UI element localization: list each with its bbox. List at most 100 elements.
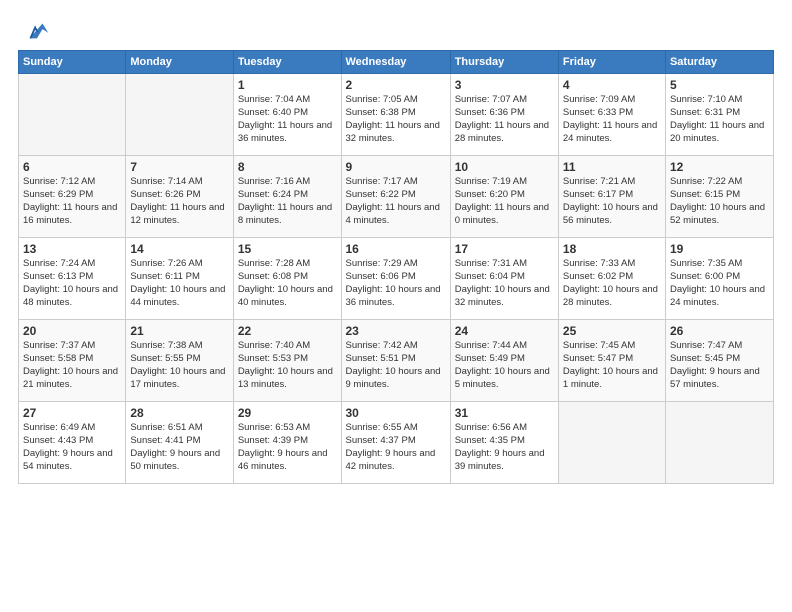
calendar-day-cell [126,74,233,156]
calendar-day-cell: 1Sunrise: 7:04 AMSunset: 6:40 PMDaylight… [233,74,341,156]
day-number: 3 [455,77,554,93]
weekday-header-friday: Friday [558,51,665,74]
calendar-day-cell: 20Sunrise: 7:37 AMSunset: 5:58 PMDayligh… [19,320,126,402]
calendar-day-cell: 24Sunrise: 7:44 AMSunset: 5:49 PMDayligh… [450,320,558,402]
day-number: 9 [346,159,446,175]
day-info: Sunrise: 7:28 AMSunset: 6:08 PMDaylight:… [238,258,337,309]
calendar-day-cell: 5Sunrise: 7:10 AMSunset: 6:31 PMDaylight… [665,74,773,156]
weekday-header-thursday: Thursday [450,51,558,74]
calendar-week-row: 27Sunrise: 6:49 AMSunset: 4:43 PMDayligh… [19,402,774,484]
calendar-week-row: 13Sunrise: 7:24 AMSunset: 6:13 PMDayligh… [19,238,774,320]
day-number: 16 [346,241,446,257]
day-info: Sunrise: 7:26 AMSunset: 6:11 PMDaylight:… [130,258,228,309]
day-info: Sunrise: 6:53 AMSunset: 4:39 PMDaylight:… [238,422,337,473]
calendar-day-cell: 22Sunrise: 7:40 AMSunset: 5:53 PMDayligh… [233,320,341,402]
calendar-day-cell: 28Sunrise: 6:51 AMSunset: 4:41 PMDayligh… [126,402,233,484]
day-info: Sunrise: 7:19 AMSunset: 6:20 PMDaylight:… [455,176,554,227]
day-info: Sunrise: 7:37 AMSunset: 5:58 PMDaylight:… [23,340,121,391]
calendar-day-cell: 8Sunrise: 7:16 AMSunset: 6:24 PMDaylight… [233,156,341,238]
weekday-header-row: SundayMondayTuesdayWednesdayThursdayFrid… [19,51,774,74]
calendar-week-row: 6Sunrise: 7:12 AMSunset: 6:29 PMDaylight… [19,156,774,238]
logo [18,16,50,44]
day-number: 31 [455,405,554,421]
day-number: 2 [346,77,446,93]
day-number: 27 [23,405,121,421]
page: SundayMondayTuesdayWednesdayThursdayFrid… [0,0,792,496]
day-number: 26 [670,323,769,339]
day-info: Sunrise: 7:42 AMSunset: 5:51 PMDaylight:… [346,340,446,391]
calendar: SundayMondayTuesdayWednesdayThursdayFrid… [18,50,774,484]
day-number: 29 [238,405,337,421]
day-number: 8 [238,159,337,175]
day-info: Sunrise: 7:10 AMSunset: 6:31 PMDaylight:… [670,94,769,145]
day-number: 10 [455,159,554,175]
weekday-header-monday: Monday [126,51,233,74]
calendar-day-cell: 7Sunrise: 7:14 AMSunset: 6:26 PMDaylight… [126,156,233,238]
calendar-day-cell: 16Sunrise: 7:29 AMSunset: 6:06 PMDayligh… [341,238,450,320]
day-number: 21 [130,323,228,339]
day-info: Sunrise: 7:04 AMSunset: 6:40 PMDaylight:… [238,94,337,145]
day-number: 18 [563,241,661,257]
calendar-day-cell: 27Sunrise: 6:49 AMSunset: 4:43 PMDayligh… [19,402,126,484]
day-info: Sunrise: 6:49 AMSunset: 4:43 PMDaylight:… [23,422,121,473]
day-info: Sunrise: 6:51 AMSunset: 4:41 PMDaylight:… [130,422,228,473]
day-number: 13 [23,241,121,257]
day-info: Sunrise: 7:44 AMSunset: 5:49 PMDaylight:… [455,340,554,391]
day-info: Sunrise: 7:33 AMSunset: 6:02 PMDaylight:… [563,258,661,309]
day-info: Sunrise: 7:12 AMSunset: 6:29 PMDaylight:… [23,176,121,227]
day-info: Sunrise: 7:21 AMSunset: 6:17 PMDaylight:… [563,176,661,227]
calendar-day-cell [558,402,665,484]
calendar-day-cell: 11Sunrise: 7:21 AMSunset: 6:17 PMDayligh… [558,156,665,238]
day-number: 17 [455,241,554,257]
weekday-header-tuesday: Tuesday [233,51,341,74]
calendar-day-cell: 23Sunrise: 7:42 AMSunset: 5:51 PMDayligh… [341,320,450,402]
day-info: Sunrise: 7:14 AMSunset: 6:26 PMDaylight:… [130,176,228,227]
weekday-header-sunday: Sunday [19,51,126,74]
calendar-day-cell: 17Sunrise: 7:31 AMSunset: 6:04 PMDayligh… [450,238,558,320]
day-number: 12 [670,159,769,175]
weekday-header-wednesday: Wednesday [341,51,450,74]
calendar-day-cell [665,402,773,484]
calendar-day-cell: 21Sunrise: 7:38 AMSunset: 5:55 PMDayligh… [126,320,233,402]
day-info: Sunrise: 7:35 AMSunset: 6:00 PMDaylight:… [670,258,769,309]
day-info: Sunrise: 7:16 AMSunset: 6:24 PMDaylight:… [238,176,337,227]
day-number: 15 [238,241,337,257]
day-number: 7 [130,159,228,175]
day-number: 24 [455,323,554,339]
day-number: 5 [670,77,769,93]
day-number: 22 [238,323,337,339]
calendar-day-cell: 2Sunrise: 7:05 AMSunset: 6:38 PMDaylight… [341,74,450,156]
calendar-week-row: 20Sunrise: 7:37 AMSunset: 5:58 PMDayligh… [19,320,774,402]
day-info: Sunrise: 7:24 AMSunset: 6:13 PMDaylight:… [23,258,121,309]
day-info: Sunrise: 7:40 AMSunset: 5:53 PMDaylight:… [238,340,337,391]
calendar-day-cell: 12Sunrise: 7:22 AMSunset: 6:15 PMDayligh… [665,156,773,238]
day-number: 4 [563,77,661,93]
day-number: 6 [23,159,121,175]
calendar-day-cell: 10Sunrise: 7:19 AMSunset: 6:20 PMDayligh… [450,156,558,238]
calendar-day-cell: 31Sunrise: 6:56 AMSunset: 4:35 PMDayligh… [450,402,558,484]
day-info: Sunrise: 6:56 AMSunset: 4:35 PMDaylight:… [455,422,554,473]
logo-icon [22,16,50,44]
weekday-header-saturday: Saturday [665,51,773,74]
day-number: 28 [130,405,228,421]
calendar-day-cell: 14Sunrise: 7:26 AMSunset: 6:11 PMDayligh… [126,238,233,320]
day-number: 23 [346,323,446,339]
calendar-day-cell: 18Sunrise: 7:33 AMSunset: 6:02 PMDayligh… [558,238,665,320]
calendar-day-cell: 9Sunrise: 7:17 AMSunset: 6:22 PMDaylight… [341,156,450,238]
header [18,16,774,44]
day-info: Sunrise: 7:09 AMSunset: 6:33 PMDaylight:… [563,94,661,145]
day-number: 25 [563,323,661,339]
calendar-day-cell: 4Sunrise: 7:09 AMSunset: 6:33 PMDaylight… [558,74,665,156]
calendar-day-cell: 15Sunrise: 7:28 AMSunset: 6:08 PMDayligh… [233,238,341,320]
calendar-day-cell: 29Sunrise: 6:53 AMSunset: 4:39 PMDayligh… [233,402,341,484]
day-number: 1 [238,77,337,93]
day-number: 11 [563,159,661,175]
calendar-day-cell [19,74,126,156]
day-info: Sunrise: 7:07 AMSunset: 6:36 PMDaylight:… [455,94,554,145]
day-info: Sunrise: 7:38 AMSunset: 5:55 PMDaylight:… [130,340,228,391]
day-info: Sunrise: 7:45 AMSunset: 5:47 PMDaylight:… [563,340,661,391]
calendar-day-cell: 3Sunrise: 7:07 AMSunset: 6:36 PMDaylight… [450,74,558,156]
calendar-day-cell: 30Sunrise: 6:55 AMSunset: 4:37 PMDayligh… [341,402,450,484]
day-info: Sunrise: 7:17 AMSunset: 6:22 PMDaylight:… [346,176,446,227]
day-info: Sunrise: 7:31 AMSunset: 6:04 PMDaylight:… [455,258,554,309]
